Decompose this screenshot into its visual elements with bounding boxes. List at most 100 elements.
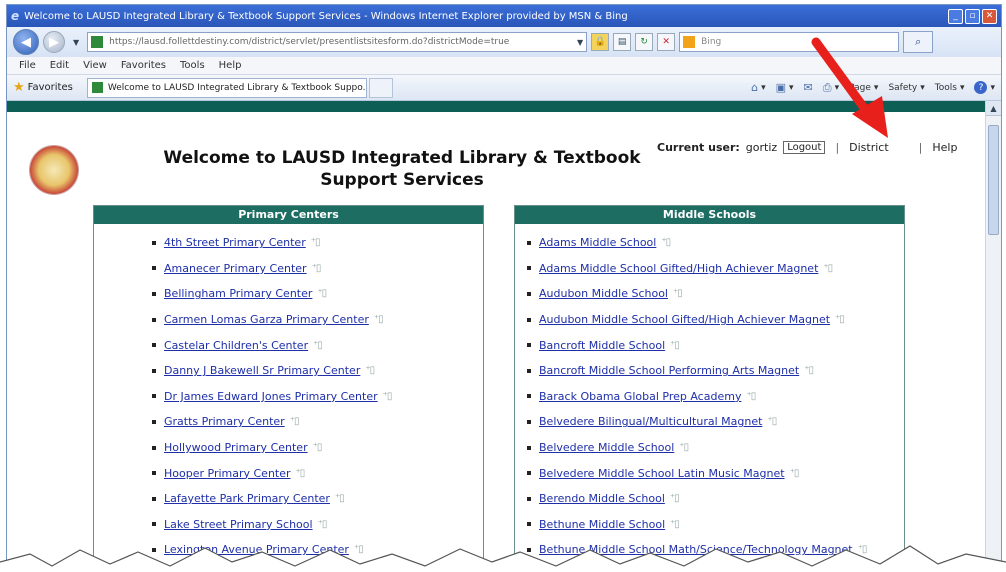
- school-link[interactable]: Belvedere Middle School: [539, 441, 674, 454]
- library-book-icon[interactable]: ⁺▯: [365, 365, 375, 376]
- library-book-icon[interactable]: ⁺▯: [318, 519, 328, 530]
- menu-help[interactable]: Help: [219, 60, 242, 71]
- scrollbar-thumb[interactable]: [988, 125, 999, 235]
- search-button[interactable]: ⌕: [903, 31, 934, 53]
- command-bar: ⌂ ▾ ▣ ▾ ✉ ⎙ ▾ Page ▾ Safety ▾ Tools ▾ ? ▾: [751, 81, 995, 95]
- school-link[interactable]: Belvedere Bilingual/Multicultural Magnet: [539, 415, 762, 428]
- school-link[interactable]: Danny J Bakewell Sr Primary Center: [164, 364, 360, 377]
- school-link[interactable]: Audubon Middle School: [539, 287, 668, 300]
- school-link[interactable]: 4th Street Primary Center: [164, 236, 306, 249]
- menu-edit[interactable]: Edit: [50, 60, 69, 71]
- bullet-icon: [527, 266, 531, 271]
- school-link[interactable]: Barack Obama Global Prep Academy: [539, 390, 741, 403]
- library-book-icon[interactable]: ⁺▯: [670, 493, 680, 504]
- back-button[interactable]: ◀: [13, 29, 39, 55]
- school-link[interactable]: Bancroft Middle School: [539, 339, 665, 352]
- school-link[interactable]: Audubon Middle School Gifted/High Achiev…: [539, 313, 830, 326]
- refresh-icon[interactable]: ↻: [635, 33, 654, 51]
- help-menu[interactable]: ? ▾: [974, 81, 995, 94]
- school-link[interactable]: Gratts Primary Center: [164, 415, 285, 428]
- lock-icon[interactable]: 🔒: [591, 33, 610, 51]
- feeds-button[interactable]: ▣ ▾: [776, 81, 794, 94]
- print-button[interactable]: ⎙ ▾: [823, 81, 839, 95]
- bullet-icon: [152, 317, 156, 322]
- browser-tab[interactable]: Welcome to LAUSD Integrated Library & Te…: [86, 77, 367, 98]
- library-book-icon[interactable]: ⁺▯: [670, 519, 680, 530]
- menu-favorites[interactable]: Favorites: [121, 60, 166, 71]
- school-link[interactable]: Hooper Primary Center: [164, 467, 291, 480]
- favorites-star-icon[interactable]: ★: [13, 80, 25, 95]
- library-book-icon[interactable]: ⁺▯: [311, 237, 321, 248]
- bullet-icon: [152, 343, 156, 348]
- school-link[interactable]: Castelar Children's Center: [164, 339, 308, 352]
- school-list-item: Audubon Middle School ⁺▯: [527, 281, 904, 307]
- school-link[interactable]: Lafayette Park Primary Center: [164, 492, 330, 505]
- middle-schools-heading: Middle Schools: [515, 206, 904, 224]
- school-link[interactable]: Bellingham Primary Center: [164, 287, 312, 300]
- logout-button[interactable]: Logout: [783, 141, 826, 154]
- library-book-icon[interactable]: ⁺▯: [661, 237, 671, 248]
- school-link[interactable]: Belvedere Middle School Latin Music Magn…: [539, 467, 785, 480]
- menu-file[interactable]: File: [19, 60, 36, 71]
- school-link[interactable]: Amanecer Primary Center: [164, 262, 307, 275]
- library-book-icon[interactable]: ⁺▯: [835, 314, 845, 325]
- library-book-icon[interactable]: ⁺▯: [383, 391, 393, 402]
- school-link[interactable]: Carmen Lomas Garza Primary Center: [164, 313, 369, 326]
- menu-tools[interactable]: Tools: [180, 60, 205, 71]
- maximize-button[interactable]: ▫: [965, 8, 980, 24]
- scroll-up-arrow-icon[interactable]: ▲: [986, 101, 1001, 116]
- forward-button[interactable]: ▶: [43, 31, 65, 53]
- library-book-icon[interactable]: ⁺▯: [317, 288, 327, 299]
- address-bar[interactable]: https://lausd.follettdestiny.com/distric…: [87, 32, 588, 52]
- browser-window: e Welcome to LAUSD Integrated Library & …: [6, 4, 1002, 572]
- library-book-icon[interactable]: ⁺▯: [374, 314, 384, 325]
- school-link[interactable]: Bethune Middle School: [539, 518, 665, 531]
- vertical-scrollbar[interactable]: ▲: [985, 101, 1001, 571]
- library-book-icon[interactable]: ⁺▯: [767, 416, 777, 427]
- home-button[interactable]: ⌂ ▾: [751, 81, 766, 94]
- search-input[interactable]: Bing: [679, 32, 900, 52]
- school-link[interactable]: Adams Middle School Gifted/High Achiever…: [539, 262, 818, 275]
- library-book-icon[interactable]: ⁺▯: [790, 468, 800, 479]
- district-link[interactable]: District: [849, 141, 889, 154]
- favorites-button[interactable]: Favorites: [28, 82, 73, 93]
- school-link[interactable]: Lake Street Primary School: [164, 518, 313, 531]
- library-book-icon[interactable]: ⁺▯: [290, 416, 300, 427]
- tab-title: Welcome to LAUSD Integrated Library & Te…: [107, 82, 367, 93]
- new-tab-button[interactable]: [368, 77, 393, 98]
- read-mail-button[interactable]: ✉: [804, 81, 813, 94]
- history-dropdown-icon[interactable]: ▼: [73, 38, 79, 47]
- library-book-icon[interactable]: ⁺▯: [823, 263, 833, 274]
- page-menu[interactable]: Page ▾: [849, 83, 878, 93]
- stop-icon[interactable]: ✕: [657, 33, 676, 51]
- school-link[interactable]: Adams Middle School: [539, 236, 656, 249]
- tools-menu[interactable]: Tools ▾: [935, 83, 965, 93]
- help-link[interactable]: Help: [932, 141, 957, 154]
- library-book-icon[interactable]: ⁺▯: [313, 340, 323, 351]
- safety-menu[interactable]: Safety ▾: [888, 83, 924, 93]
- library-book-icon[interactable]: ⁺▯: [679, 442, 689, 453]
- minimize-button[interactable]: _: [948, 8, 963, 24]
- menu-view[interactable]: View: [83, 60, 107, 71]
- page-title-line2: Support Services: [320, 170, 484, 190]
- close-button[interactable]: ✕: [982, 8, 997, 24]
- library-book-icon[interactable]: ⁺▯: [804, 365, 814, 376]
- school-link[interactable]: Bancroft Middle School Performing Arts M…: [539, 364, 799, 377]
- school-list-item: Gratts Primary Center ⁺▯: [152, 409, 483, 435]
- school-link[interactable]: Berendo Middle School: [539, 492, 665, 505]
- bullet-icon: [152, 419, 156, 424]
- school-link[interactable]: Hollywood Primary Center: [164, 441, 308, 454]
- library-book-icon[interactable]: ⁺▯: [296, 468, 306, 479]
- school-list-item: Barack Obama Global Prep Academy ⁺▯: [527, 384, 904, 410]
- school-list-item: Belvedere Middle School ⁺▯: [527, 435, 904, 461]
- library-book-icon[interactable]: ⁺▯: [673, 288, 683, 299]
- library-book-icon[interactable]: ⁺▯: [335, 493, 345, 504]
- school-link[interactable]: Dr James Edward Jones Primary Center: [164, 390, 378, 403]
- library-book-icon[interactable]: ⁺▯: [746, 391, 756, 402]
- library-book-icon[interactable]: ⁺▯: [670, 340, 680, 351]
- library-book-icon[interactable]: ⁺▯: [313, 442, 323, 453]
- address-dropdown-icon[interactable]: ▼: [577, 38, 583, 47]
- bullet-icon: [527, 522, 531, 527]
- library-book-icon[interactable]: ⁺▯: [312, 263, 322, 274]
- compatibility-view-icon[interactable]: ▤: [613, 33, 632, 51]
